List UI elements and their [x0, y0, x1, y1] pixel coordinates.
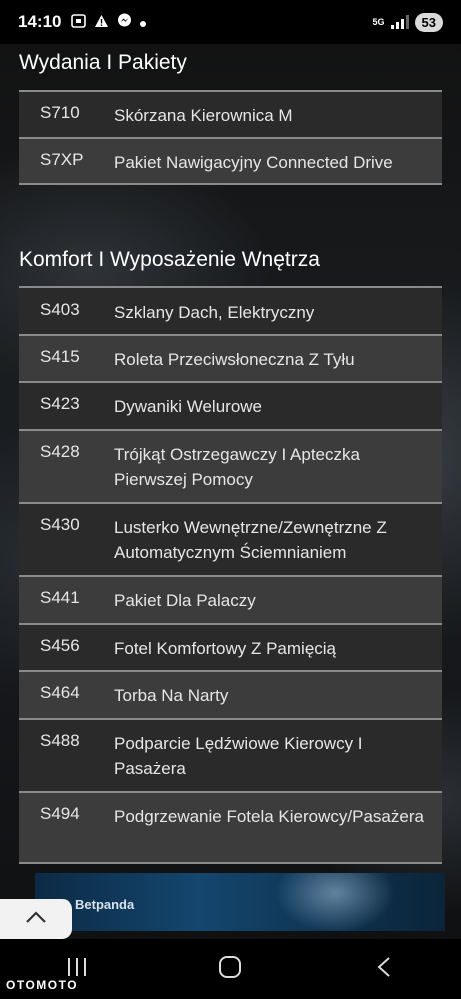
option-description: Pakiet Nawigacyjny Connected Drive	[114, 153, 393, 172]
table-row: S456 Fotel Komfortowy Z Pamięcią	[19, 623, 442, 670]
table-row: S441 Pakiet Dla Palaczy	[19, 575, 442, 623]
table-row: S494 Podgrzewanie Fotela Kierowcy/Pasaże…	[19, 791, 442, 864]
table-row: S430 Lusterko Wewnętrzne/Zewnętrzne Z Au…	[19, 502, 442, 575]
option-code: S403	[40, 300, 80, 319]
alert-icon	[94, 14, 109, 31]
option-description: Roleta Przeciwsłoneczna Z Tyłu	[114, 350, 355, 369]
section-title-comfort: Komfort I Wyposażenie Wnętrza	[19, 248, 320, 271]
dot-icon	[140, 14, 147, 30]
option-code: S428	[40, 442, 80, 461]
ad-brand: Betpanda	[75, 897, 135, 912]
option-description: Trójkąt Ostrzegawczy I Apteczka Pierwsze…	[114, 445, 360, 489]
back-button[interactable]	[364, 949, 404, 989]
table-row: S428 Trójkąt Ostrzegawczy I Apteczka Pie…	[19, 429, 442, 502]
packages-table: S710 Skórzana Kierownica M S7XP Pakiet N…	[19, 90, 442, 185]
table-row: S710 Skórzana Kierownica M	[19, 90, 442, 137]
option-description: Pakiet Dla Palaczy	[114, 591, 256, 610]
option-code: S415	[40, 347, 80, 366]
option-code: S710	[40, 103, 80, 122]
status-bar: 14:10 5G 53	[0, 0, 461, 44]
battery-level: 53	[414, 12, 443, 32]
option-description: Fotel Komfortowy Z Pamięcią	[114, 639, 337, 658]
scroll-up-button[interactable]	[0, 899, 72, 939]
option-code: S494	[40, 804, 80, 823]
screenshot-icon	[71, 13, 87, 31]
comfort-table: S403 Szklany Dach, Elektryczny S415 Role…	[19, 286, 442, 864]
option-description: Skórzana Kierownica M	[114, 106, 293, 125]
option-description: Lusterko Wewnętrzne/Zewnętrzne Z Automat…	[114, 518, 387, 562]
option-code: S456	[40, 636, 80, 655]
option-code: S7XP	[40, 150, 84, 169]
option-description: Torba Na Narty	[114, 686, 229, 705]
signal-icon	[390, 15, 409, 29]
option-description: Podparcie Lędźwiowe Kierowcy I Pasażera	[114, 734, 363, 778]
option-code: S464	[40, 683, 80, 702]
back-icon	[376, 956, 392, 983]
chevron-up-icon	[25, 910, 47, 929]
table-row: S403 Szklany Dach, Elektryczny	[19, 286, 442, 334]
table-row: S488 Podparcie Lędźwiowe Kierowcy I Pasa…	[19, 718, 442, 791]
option-code: S488	[40, 731, 80, 750]
otomoto-watermark: OTOMOTO	[6, 978, 79, 992]
section-title-packages: Wydania I Pakiety	[19, 51, 187, 74]
option-description: Podgrzewanie Fotela Kierowcy/Pasażera	[114, 807, 424, 826]
home-icon	[218, 955, 242, 984]
messenger-icon	[117, 13, 132, 31]
network-type: 5G	[372, 17, 385, 27]
option-code: S430	[40, 515, 80, 534]
option-code: S441	[40, 588, 80, 607]
table-row: S423 Dywaniki Welurowe	[19, 381, 442, 429]
option-code: S423	[40, 394, 80, 413]
home-button[interactable]	[210, 949, 250, 989]
status-time: 14:10	[18, 12, 62, 31]
table-row: S415 Roleta Przeciwsłoneczna Z Tyłu	[19, 334, 442, 381]
option-description: Szklany Dach, Elektryczny	[114, 303, 315, 322]
ad-glow	[275, 873, 395, 931]
table-row: S464 Torba Na Narty	[19, 670, 442, 718]
ad-banner[interactable]: Betpanda	[35, 873, 445, 931]
table-row: S7XP Pakiet Nawigacyjny Connected Drive	[19, 137, 442, 185]
option-description: Dywaniki Welurowe	[114, 397, 263, 416]
